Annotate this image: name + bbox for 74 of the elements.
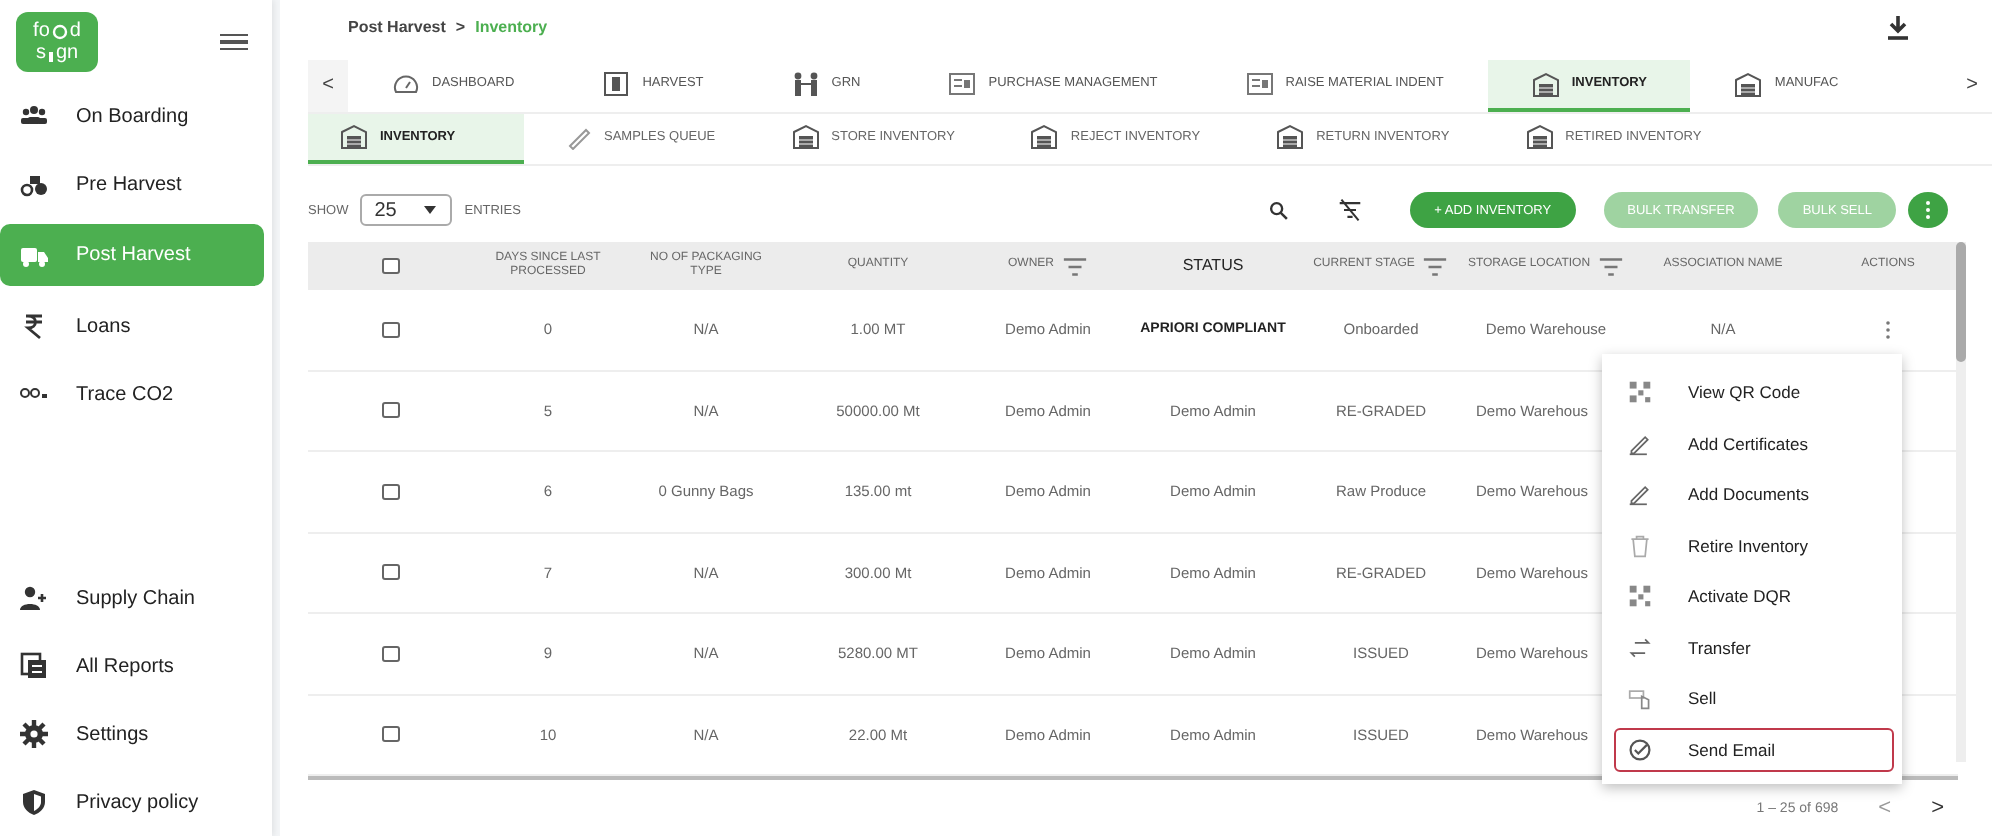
kebab-icon bbox=[1922, 200, 1934, 221]
filter-off-button[interactable] bbox=[1338, 198, 1363, 223]
settings-icon bbox=[20, 720, 48, 748]
co2-icon bbox=[20, 388, 48, 400]
trash-icon bbox=[1628, 533, 1652, 558]
menu-button[interactable] bbox=[220, 33, 248, 51]
reports-icon bbox=[20, 652, 48, 680]
sidebar-item[interactable]: On Boarding bbox=[0, 88, 264, 144]
download-icon bbox=[1884, 13, 1912, 42]
breadcrumb-current: Inventory bbox=[475, 18, 548, 37]
sidebar-item[interactable]: Pre Harvest bbox=[0, 156, 264, 212]
sidebar-item[interactable]: Privacy policy bbox=[0, 774, 264, 830]
menu-item[interactable]: View QR Code bbox=[1614, 370, 1894, 416]
logo: fo d s gn bbox=[16, 12, 98, 72]
qr-code-icon bbox=[1628, 584, 1652, 609]
warehouse-icon bbox=[1531, 69, 1560, 98]
filter-off-icon bbox=[1338, 198, 1363, 223]
row-checkbox[interactable] bbox=[381, 726, 399, 743]
tabs-prev-button[interactable]: < bbox=[308, 59, 348, 112]
search-button[interactable] bbox=[1268, 199, 1291, 222]
sidebar-item[interactable]: Trace CO2 bbox=[0, 366, 264, 422]
page-size-select[interactable]: 25 bbox=[360, 194, 453, 227]
warehouse-icon bbox=[791, 122, 820, 151]
warehouse-icon bbox=[1525, 122, 1554, 151]
column-header: STATUS bbox=[1182, 258, 1244, 274]
document-icon bbox=[948, 69, 977, 98]
kebab-icon bbox=[1884, 319, 1892, 340]
menu-item[interactable]: Transfer bbox=[1614, 625, 1894, 671]
menu-item[interactable]: Retire Inventory bbox=[1614, 523, 1894, 569]
crate-icon bbox=[602, 69, 631, 98]
user-add-icon bbox=[20, 584, 48, 612]
sidebar-item[interactable]: Settings bbox=[0, 706, 264, 762]
document-icon bbox=[1245, 69, 1274, 98]
filter-icon bbox=[1422, 253, 1449, 280]
menu-item[interactable]: Add Certificates bbox=[1614, 421, 1894, 467]
breadcrumb-separator: > bbox=[455, 18, 466, 37]
caret-icon bbox=[422, 202, 439, 219]
row-checkbox[interactable] bbox=[381, 321, 399, 338]
qr-code-icon bbox=[1628, 380, 1652, 405]
shield-icon bbox=[20, 788, 48, 816]
sidebar-item[interactable]: All Reports bbox=[0, 638, 264, 694]
next-page-button[interactable]: > bbox=[1931, 796, 1944, 821]
breadcrumb-link[interactable]: Post Harvest bbox=[348, 18, 446, 37]
sidebar-item[interactable]: Loans bbox=[0, 298, 264, 354]
warehouse-icon bbox=[1734, 69, 1763, 98]
search-icon bbox=[1268, 199, 1291, 222]
check-circle-icon bbox=[1628, 737, 1652, 762]
warehouse-icon bbox=[340, 122, 368, 151]
tractor-icon bbox=[20, 170, 48, 198]
menu-item[interactable]: Add Documents bbox=[1614, 472, 1894, 518]
warehouse-icon bbox=[1276, 122, 1305, 151]
people-icon bbox=[791, 69, 820, 98]
menu-item[interactable]: Sell bbox=[1614, 676, 1894, 722]
row-checkbox[interactable] bbox=[381, 645, 399, 662]
row-checkbox[interactable] bbox=[381, 258, 399, 275]
filter-icon bbox=[1062, 253, 1088, 280]
download-button[interactable] bbox=[1884, 13, 1912, 42]
row-checkbox[interactable] bbox=[381, 564, 399, 581]
menu-item[interactable]: Send Email bbox=[1614, 727, 1894, 773]
swap-arrows-icon bbox=[1628, 635, 1652, 660]
pencil-icon bbox=[1628, 431, 1652, 456]
pencil-icon bbox=[1628, 482, 1652, 507]
row-checkbox[interactable] bbox=[381, 402, 399, 419]
row-checkbox[interactable] bbox=[381, 483, 399, 500]
warehouse-icon bbox=[1030, 122, 1059, 151]
rupee-icon bbox=[20, 312, 48, 340]
row-actions-button[interactable] bbox=[1884, 319, 1892, 340]
gauge-icon bbox=[392, 69, 420, 98]
sidebar-item[interactable]: Supply Chain bbox=[0, 570, 264, 626]
menu-item[interactable]: Activate DQR bbox=[1614, 574, 1894, 620]
people-icon bbox=[20, 102, 48, 130]
scrollbar[interactable] bbox=[1956, 242, 1966, 763]
filter-icon bbox=[1598, 253, 1625, 280]
more-button[interactable] bbox=[1908, 192, 1948, 229]
